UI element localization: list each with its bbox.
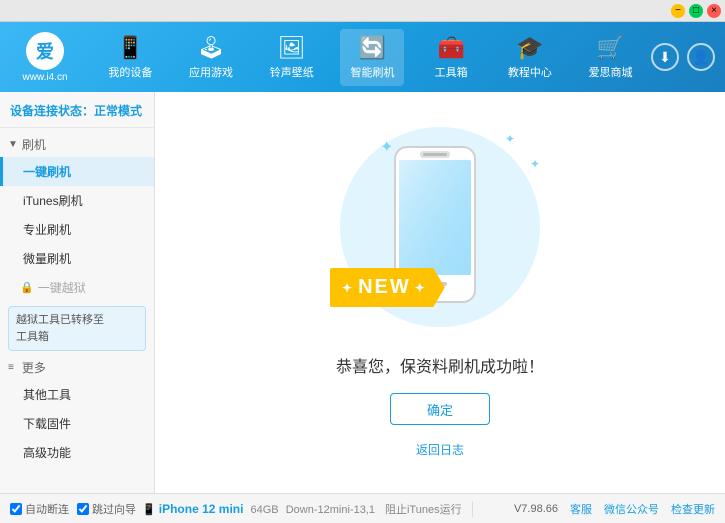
sidebar-item-itunes-flash[interactable]: iTunes刷机 <box>0 186 154 215</box>
lock-icon: 🔒 <box>20 281 34 294</box>
status-value: 正常模式 <box>94 104 142 118</box>
itunes-note[interactable]: 阻止iTunes运行 <box>375 501 473 517</box>
user-button[interactable]: 👤 <box>687 43 715 71</box>
logo-url: www.i4.cn <box>22 72 67 83</box>
download-button[interactable]: ⬇ <box>651 43 679 71</box>
title-bar: − □ × <box>0 0 725 22</box>
nav-toolbox[interactable]: 🧰 工具箱 <box>421 29 481 86</box>
sidebar-item-pro-flash[interactable]: 专业刷机 <box>0 215 154 244</box>
apps-label: 应用游戏 <box>189 64 233 80</box>
more-section-label: 更多 <box>22 359 46 376</box>
bottom-left-section: 自动断连 跳过向导 <box>10 501 136 517</box>
header-right: ⬇ 👤 <box>651 43 715 71</box>
nav-tutorial[interactable]: 🎓 教程中心 <box>498 29 562 86</box>
support-link[interactable]: 客服 <box>570 501 592 517</box>
confirm-button[interactable]: 确定 <box>390 393 490 425</box>
nav-smart-flash[interactable]: 🔄 智能刷机 <box>340 29 404 86</box>
jailbreak-info-box: 越狱工具已转移至 工具箱 <box>8 306 146 351</box>
shopping-icon: 🛒 <box>597 35 624 61</box>
device-icon: 📱 <box>142 504 156 516</box>
smart-flash-label: 智能刷机 <box>350 64 394 80</box>
nav-ringtones[interactable]: 🖼 铃声壁纸 <box>260 29 324 86</box>
auto-close-input[interactable] <box>10 503 22 515</box>
bottom-right-section: V7.98.66 客服 微信公众号 检查更新 <box>514 501 715 517</box>
maximize-button[interactable]: □ <box>689 4 703 18</box>
use-wizard-checkbox[interactable]: 跳过向导 <box>77 501 136 517</box>
flash-arrow-icon: ▼ <box>8 139 18 150</box>
sparkle-3: ✦ <box>530 157 540 171</box>
header: 爱 www.i4.cn 📱 我的设备 🕹 应用游戏 🖼 铃声壁纸 🔄 智能刷机 … <box>0 22 725 92</box>
my-device-icon: 📱 <box>117 35 144 61</box>
ringtones-icon: 🖼 <box>278 35 306 61</box>
nav-bar: 📱 我的设备 🕹 应用游戏 🖼 铃声壁纸 🔄 智能刷机 🧰 工具箱 🎓 教程中心… <box>90 29 651 86</box>
more-arrow-icon: ≡ <box>8 362 14 373</box>
sidebar: 设备连接状态：正常模式 ▼ 刷机 一键刷机 iTunes刷机 专业刷机 微量刷机… <box>0 92 155 493</box>
logo[interactable]: 爱 www.i4.cn <box>10 32 80 83</box>
smart-flash-icon: 🔄 <box>359 35 386 61</box>
device-firmware: Down-12mini-13,1 <box>286 504 375 516</box>
sidebar-section-flash[interactable]: ▼ 刷机 <box>0 132 154 157</box>
sparkle-2: ✦ <box>505 132 515 146</box>
nav-shopping[interactable]: 🛒 爱思商城 <box>579 29 643 86</box>
sidebar-item-one-key-flash[interactable]: 一键刷机 <box>0 157 154 186</box>
bottom-bar: 自动断连 跳过向导 📱 iPhone 12 mini 64GB Down-12m… <box>0 493 725 523</box>
flash-section-label: 刷机 <box>22 136 46 153</box>
version-label: V7.98.66 <box>514 503 558 515</box>
wechat-link[interactable]: 微信公众号 <box>604 501 659 517</box>
new-badge: NEW <box>330 268 445 307</box>
back-to-log-link[interactable]: 返回日志 <box>416 441 464 458</box>
logo-icon: 爱 <box>26 32 64 70</box>
tutorial-icon: 🎓 <box>516 35 543 61</box>
apps-icon: 🕹 <box>197 35 225 61</box>
success-illustration: ✦ ✦ ✦ <box>320 127 560 337</box>
device-info: 📱 iPhone 12 mini 64GB Down-12mini-13,1 <box>142 502 375 516</box>
minimize-button[interactable]: − <box>671 4 685 18</box>
sidebar-item-micro-flash[interactable]: 微量刷机 <box>0 244 154 273</box>
toolbox-label: 工具箱 <box>435 64 468 80</box>
device-storage: 64GB <box>251 504 279 516</box>
nav-my-device[interactable]: 📱 我的设备 <box>98 29 162 86</box>
sidebar-section-more[interactable]: ≡ 更多 <box>0 355 154 380</box>
sidebar-item-advanced[interactable]: 高级功能 <box>0 438 154 467</box>
toolbox-icon: 🧰 <box>437 35 464 61</box>
close-button[interactable]: × <box>707 4 721 18</box>
success-text: 恭喜您，保资料刷机成功啦！ <box>336 353 544 377</box>
sidebar-item-download-firmware[interactable]: 下载固件 <box>0 409 154 438</box>
sidebar-item-jailbreak: 🔒 一键越狱 <box>0 273 154 302</box>
auto-close-checkbox[interactable]: 自动断连 <box>10 501 69 517</box>
sidebar-item-other-tools[interactable]: 其他工具 <box>0 380 154 409</box>
main-area: 设备连接状态：正常模式 ▼ 刷机 一键刷机 iTunes刷机 专业刷机 微量刷机… <box>0 92 725 493</box>
check-update-link[interactable]: 检查更新 <box>671 501 715 517</box>
connection-status: 设备连接状态：正常模式 <box>0 98 154 128</box>
device-name: iPhone 12 mini <box>159 502 244 516</box>
use-wizard-input[interactable] <box>77 503 89 515</box>
tutorial-label: 教程中心 <box>508 64 552 80</box>
my-device-label: 我的设备 <box>108 64 152 80</box>
status-label: 设备连接状态： <box>10 104 94 118</box>
content-area: ✦ ✦ ✦ <box>155 92 725 493</box>
nav-apps-games[interactable]: 🕹 应用游戏 <box>179 29 243 86</box>
shopping-label: 爱思商城 <box>589 64 633 80</box>
ringtones-label: 铃声壁纸 <box>270 64 314 80</box>
